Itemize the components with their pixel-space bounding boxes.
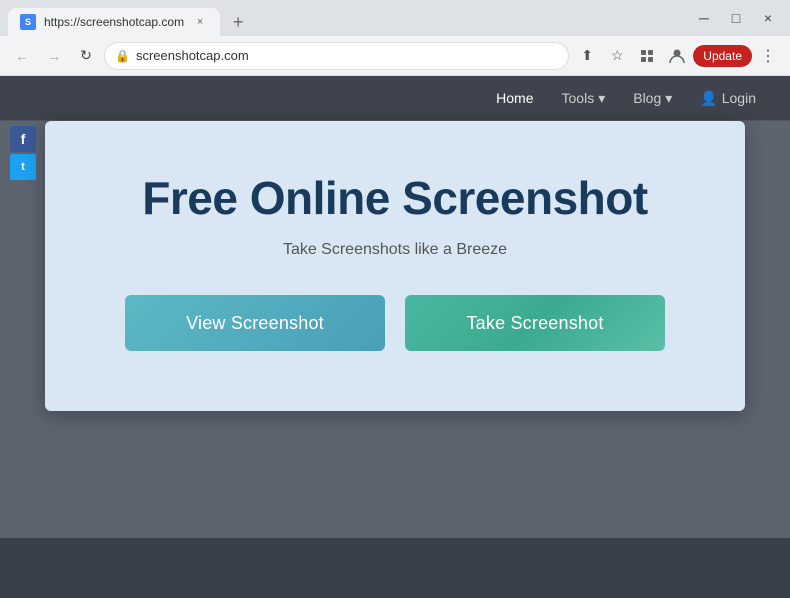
tab-favicon: S (20, 14, 36, 30)
view-screenshot-button[interactable]: View Screenshot (125, 295, 385, 351)
minimize-button[interactable]: ─ (690, 4, 718, 32)
modal-buttons: View Screenshot Take Screenshot (125, 295, 665, 351)
tabs-area: S https://screenshotcap.com × + (8, 0, 684, 36)
tab-label: https://screenshotcap.com (44, 15, 184, 29)
social-sidebar: f t (10, 126, 36, 180)
back-button[interactable]: ← (8, 42, 36, 70)
refresh-button[interactable]: ↻ (72, 42, 100, 70)
nav-tools[interactable]: Tools ▾ (552, 86, 616, 111)
modal-subtitle: Take Screenshots like a Breeze (283, 241, 507, 259)
extensions-icon[interactable] (633, 42, 661, 70)
maximize-button[interactable]: □ (722, 4, 750, 32)
url-bar[interactable]: 🔒 screenshotcap.com (104, 42, 569, 70)
tab-close-button[interactable]: × (192, 14, 208, 30)
webpage: SCREENCAP Home Tools ▾ Blog ▾ 👤 Login f (0, 76, 790, 598)
update-button[interactable]: Update (693, 45, 752, 67)
url-text: screenshotcap.com (136, 48, 558, 63)
twitter-button[interactable]: t (10, 154, 36, 180)
active-tab[interactable]: S https://screenshotcap.com × (8, 8, 220, 36)
address-bar: ← → ↻ 🔒 screenshotcap.com ⬆ ☆ (0, 36, 790, 76)
chevron-down-icon: ▾ (598, 90, 605, 107)
chevron-down-icon: ▾ (665, 90, 672, 107)
user-icon: 👤 (700, 90, 717, 107)
bookmark-icon[interactable]: ☆ (603, 42, 631, 70)
nav-login[interactable]: 👤 Login (690, 86, 766, 111)
lock-icon: 🔒 (115, 49, 130, 63)
title-bar: S https://screenshotcap.com × + ─ □ × (0, 0, 790, 36)
share-icon[interactable]: ⬆ (573, 42, 601, 70)
take-screenshot-button[interactable]: Take Screenshot (405, 295, 665, 351)
nav-home[interactable]: Home (486, 86, 543, 110)
address-actions: ⬆ ☆ Update ⋮ (573, 42, 782, 70)
facebook-button[interactable]: f (10, 126, 36, 152)
browser-window: S https://screenshotcap.com × + ─ □ × ← … (0, 0, 790, 598)
background-bottom (0, 538, 790, 598)
modal-title: Free Online Screenshot (142, 171, 647, 225)
profile-icon[interactable] (663, 42, 691, 70)
window-controls: ─ □ × (690, 4, 782, 32)
hero-modal: Free Online Screenshot Take Screenshots … (45, 121, 745, 411)
forward-button[interactable]: → (40, 42, 68, 70)
close-button[interactable]: × (754, 4, 782, 32)
nav-blog[interactable]: Blog ▾ (623, 86, 682, 111)
site-navigation: Home Tools ▾ Blog ▾ 👤 Login (0, 76, 790, 121)
new-tab-button[interactable]: + (224, 8, 252, 36)
browser-menu-button[interactable]: ⋮ (754, 42, 782, 70)
